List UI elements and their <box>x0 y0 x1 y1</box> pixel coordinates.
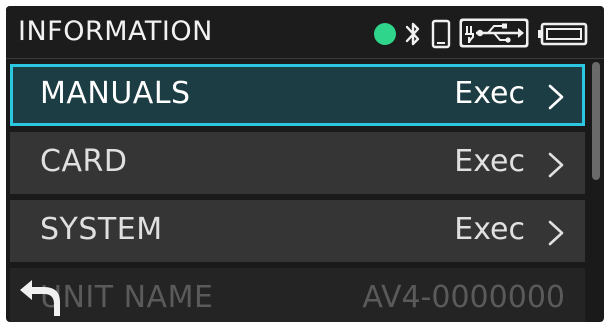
menu-item-value: Exec <box>454 76 525 111</box>
bluetooth-icon <box>405 22 420 46</box>
menu-item-value: Exec <box>454 212 525 247</box>
chevron-right-icon <box>548 84 564 110</box>
menu-item-value: Exec <box>454 144 525 179</box>
menu-item-card[interactable]: CARD Exec <box>10 132 585 194</box>
scrollbar-thumb[interactable] <box>592 62 600 180</box>
menu-item-value: AV4-0000000 <box>362 280 565 315</box>
menu-item-manuals[interactable]: MANUALS Exec <box>10 64 585 126</box>
menu-item-label: MANUALS <box>40 76 191 111</box>
usb-power-icon <box>459 18 529 48</box>
battery-icon <box>538 22 588 46</box>
device-screen: INFORMATION MANUALS Exec CARD Exec SYSTE… <box>6 6 604 322</box>
menu-item-label: SYSTEM <box>40 212 163 247</box>
connection-status-dot <box>374 23 396 45</box>
menu-item-system[interactable]: SYSTEM Exec <box>10 200 585 262</box>
phone-icon <box>431 19 451 49</box>
chevron-right-icon <box>548 220 564 246</box>
header-bar: INFORMATION <box>6 6 604 59</box>
menu-item-label: CARD <box>40 144 128 179</box>
page-title: INFORMATION <box>18 16 213 47</box>
chevron-right-icon <box>548 152 564 178</box>
scrollbar[interactable] <box>592 62 600 322</box>
back-arrow-icon[interactable] <box>16 274 68 318</box>
menu-item-unit-name[interactable]: UNIT NAME AV4-0000000 <box>10 268 585 322</box>
